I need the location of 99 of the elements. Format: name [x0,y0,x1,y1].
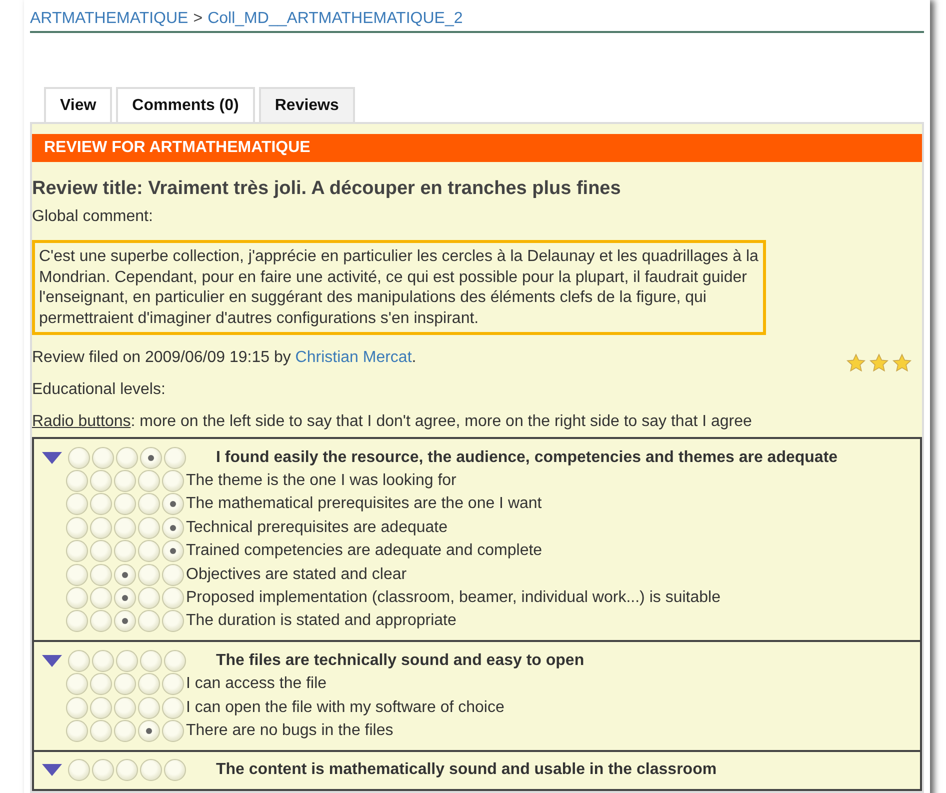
radio-button[interactable] [68,759,90,782]
star-icon [892,353,912,373]
radio-button[interactable] [164,759,186,782]
radio-button[interactable] [114,470,136,492]
radio-button[interactable] [90,673,112,696]
radio-button[interactable] [114,610,136,632]
breadcrumb-link[interactable]: Coll_MD__ARTMATHEMATIQUE_2 [208,10,463,28]
radio-button[interactable] [90,720,112,742]
section-title: I found easily the resource, the audience, competencies and themes are adequate [216,448,838,467]
radio-button[interactable] [162,540,184,562]
radio-button[interactable] [162,470,184,492]
radio-button[interactable] [164,650,186,672]
radio-button[interactable] [138,516,160,539]
criterion-label: There are no bugs in the files [186,722,394,740]
radio-button[interactable] [162,516,184,539]
radio-button[interactable] [114,696,136,719]
radio-button[interactable] [90,470,112,492]
radio-button[interactable] [66,587,88,610]
radio-button[interactable] [138,540,160,562]
criterion-label: Trained competencies are adequate and complete [186,542,542,560]
radio-button[interactable] [114,587,136,610]
radio-button[interactable] [66,610,88,632]
radio-button[interactable] [138,564,160,586]
radio-button[interactable] [140,446,162,469]
radio-button[interactable] [114,673,136,696]
radio-button[interactable] [90,564,112,586]
radio-button[interactable] [90,610,112,632]
radio-button[interactable] [138,493,160,516]
review-info: Review filed on 2009/06/09 19:15 by Christian Mercat. [32,348,416,368]
radio-button[interactable] [66,564,88,586]
radio-button[interactable] [90,540,112,562]
criterion-label: Proposed implementation (classroom, beamer, individual work...) is suitable [186,589,720,608]
radio-button[interactable] [162,720,184,742]
radio-button[interactable] [162,610,184,632]
radio-button[interactable] [114,540,136,562]
radio-button[interactable] [138,470,160,492]
radio-button[interactable] [114,720,136,742]
radio-button[interactable] [66,516,88,539]
collapse-triangle-icon[interactable] [42,764,62,776]
radio-button[interactable] [68,446,90,469]
radio-button[interactable] [162,696,184,719]
collapse-triangle-icon[interactable] [42,654,62,667]
radio-button[interactable] [162,673,184,696]
levels-label: Educational levels: [32,380,166,400]
criterion-label: I can open the file with my software of choice [186,698,504,717]
radio-button[interactable] [114,493,136,516]
criterion-label: Technical prerequisites are adequate [186,518,448,537]
radio-button[interactable] [140,650,162,672]
comment-label: Global comment: [32,207,154,227]
radio-button[interactable] [138,587,160,610]
section-title: The files are technically sound and easy to open [216,652,584,670]
hint-text: : more on the left side to say that I don't agree, more on the right side to say that I agree [130,413,752,431]
tab[interactable]: Comments (0) [116,87,255,122]
radio-button[interactable] [66,720,88,742]
breadcrumb-separator: > [193,10,203,28]
radio-button[interactable] [114,516,136,539]
breadcrumb-link[interactable]: ARTMATHEMATIQUE [30,10,188,28]
radio-button[interactable] [90,516,112,539]
radio-button[interactable] [116,446,138,469]
radio-button[interactable] [66,493,88,516]
review-title: Review title: Vraiment très joli. A découper en tranches plus fines [32,177,622,201]
author-link[interactable]: Christian Mercat [295,349,412,366]
radio-button[interactable] [92,650,114,672]
radio-button[interactable] [92,759,114,782]
star-icon [869,353,889,373]
collapse-triangle-icon[interactable] [42,452,62,464]
radio-button[interactable] [66,540,88,562]
tab[interactable]: View [44,87,112,122]
radio-button[interactable] [66,673,88,696]
radio-button[interactable] [162,587,184,610]
radio-button[interactable] [138,720,160,742]
radio-button[interactable] [138,673,160,696]
criterion-label: The mathematical prerequisites are the one I want [186,495,542,514]
radio-button[interactable] [92,446,114,469]
radio-button[interactable] [162,493,184,516]
radio-button[interactable] [116,650,138,672]
section-title: The content is mathematically sound and usable in the classroom [216,761,717,780]
tab[interactable]: Reviews [258,87,355,122]
radio-button[interactable] [90,493,112,516]
radio-button[interactable] [116,759,138,782]
star-icon [846,353,866,373]
criterion-label: The theme is the one I was looking for [186,472,456,490]
criterion-label: Objectives are stated and clear [186,566,407,584]
radio-button[interactable] [90,587,112,610]
criterion-label: The duration is stated and appropriate [186,612,456,630]
radio-button[interactable] [68,650,90,672]
comment-text: C'est une superbe collection, j'apprécie en particulier les cercles à la Delaunay et les quadrillages à la Mondrian. Cependant, pour en faire une activité, ce qui est possible pour la plupart, il faudrait guider l'enseignant, en particulier en suggérant des manipulations des éléments clefs de la figure, qui permettraient d'imaginer d'autres configurations s'en inspirant. [32,240,766,335]
radio-buttons-link[interactable]: Radio buttons [32,413,131,431]
radio-button[interactable] [162,564,184,586]
radio-button[interactable] [138,610,160,632]
criterion-label: I can access the file [186,675,327,694]
radio-button[interactable] [138,696,160,719]
section-header: REVIEW FOR ARTMATHEMATIQUE [32,134,922,162]
radio-button[interactable] [140,759,162,782]
radio-button[interactable] [114,564,136,586]
radio-button[interactable] [164,446,186,469]
radio-button[interactable] [66,696,88,719]
radio-button[interactable] [66,470,88,492]
radio-button[interactable] [90,696,112,719]
